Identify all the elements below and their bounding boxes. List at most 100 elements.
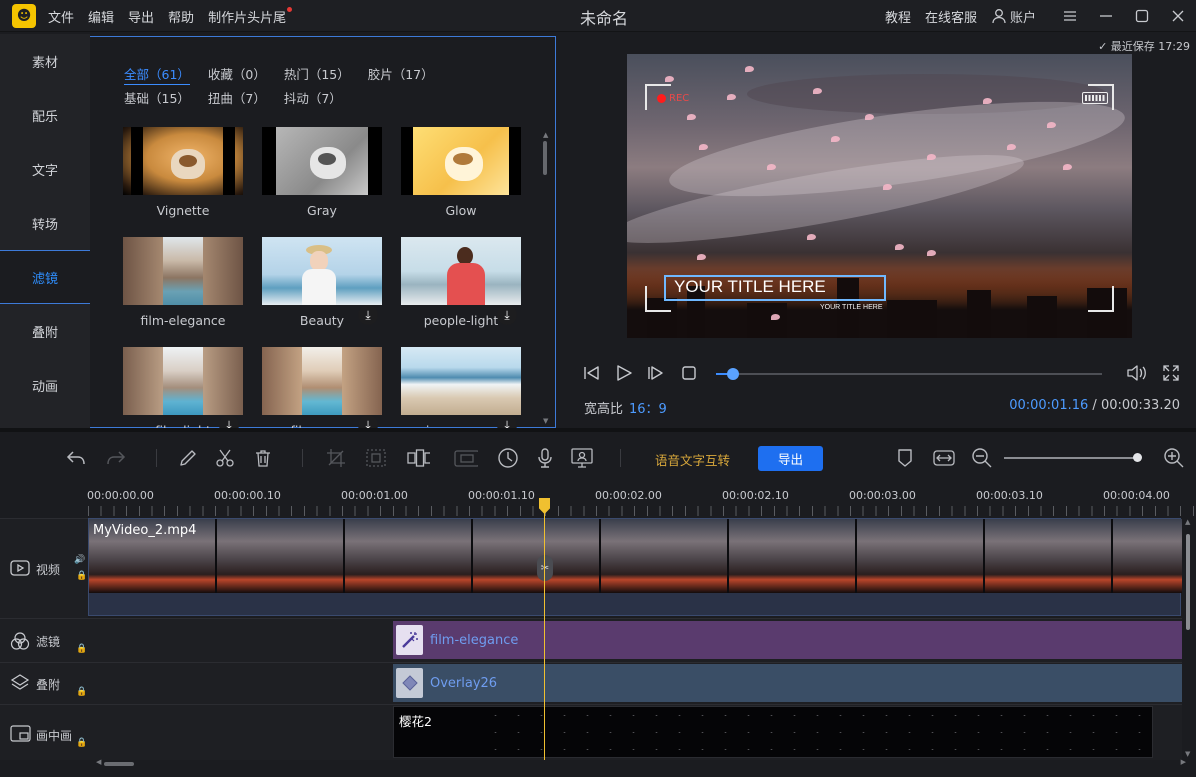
menu-file[interactable]: 文件: [48, 7, 74, 26]
video-preview[interactable]: REC YOUR TITLE HERE YOUR TITLE HERE: [627, 54, 1132, 338]
crop-button[interactable]: [324, 446, 348, 470]
filter-item-gray[interactable]: Gray: [262, 127, 382, 218]
scroll-right-icon[interactable]: ▶: [1181, 758, 1186, 766]
menu-intro-outro[interactable]: 制作片头片尾: [208, 7, 293, 26]
track-lock-icon[interactable]: 🔒: [76, 687, 87, 697]
screen-record-button[interactable]: [570, 446, 594, 470]
duration-button[interactable]: [496, 446, 520, 470]
play-button[interactable]: [614, 364, 634, 386]
edit-button[interactable]: [176, 446, 200, 470]
scroll-left-icon[interactable]: ◀: [96, 758, 101, 766]
prev-frame-button[interactable]: [582, 364, 602, 386]
record-voice-button[interactable]: [533, 446, 557, 470]
zoom-slider-knob[interactable]: [1133, 453, 1142, 462]
split-button[interactable]: [213, 446, 237, 470]
category-favorites[interactable]: 收藏（0）: [208, 63, 266, 87]
menu-help[interactable]: 帮助: [168, 7, 194, 26]
track-lock-icon[interactable]: 🔒: [76, 571, 87, 581]
progress-knob[interactable]: [727, 368, 739, 380]
fullscreen-button[interactable]: [1162, 364, 1180, 386]
freeze-frame-button[interactable]: [406, 446, 430, 470]
category-distort[interactable]: 扭曲（7）: [208, 87, 266, 111]
user-icon: [992, 9, 1006, 24]
title-text-box[interactable]: YOUR TITLE HERE: [664, 275, 886, 301]
zoom-in-button[interactable]: [1162, 446, 1186, 470]
marker-button[interactable]: [893, 446, 917, 470]
category-film[interactable]: 胶片（17）: [368, 63, 434, 87]
category-all[interactable]: 全部（61）: [124, 66, 190, 85]
minimize-button[interactable]: [1088, 0, 1124, 32]
overlay-title-text[interactable]: YOUR TITLE HERE: [674, 277, 826, 297]
timeline-horizontal-scrollbar[interactable]: ◀ ▶: [96, 758, 1186, 769]
filter-item-people-light[interactable]: ⤓ people-light: [401, 237, 521, 328]
picture-in-picture-button[interactable]: [454, 446, 478, 470]
library-scroll-thumb[interactable]: [543, 141, 547, 175]
overlay-clip[interactable]: Overlay26: [393, 664, 1182, 702]
stop-button[interactable]: [680, 364, 698, 386]
pip-track-icon: [10, 725, 31, 743]
timeline-hscroll-thumb[interactable]: [104, 762, 134, 766]
overlay-subtitle-text: YOUR TITLE HERE: [820, 304, 883, 311]
timeline-vscroll-thumb[interactable]: [1186, 534, 1190, 630]
filter-item-glow[interactable]: Glow: [401, 127, 521, 218]
support-link[interactable]: 在线客服: [925, 7, 977, 26]
menu-export[interactable]: 导出: [128, 7, 154, 26]
menu-dropdown-button[interactable]: [1052, 0, 1088, 32]
track-lock-icon[interactable]: 🔒: [76, 738, 87, 748]
filter-item-film-elegance[interactable]: film-elegance: [123, 237, 243, 328]
battery-icon: [1082, 92, 1108, 104]
tab-filters[interactable]: 滤镜: [0, 250, 90, 304]
maximize-button[interactable]: [1124, 0, 1160, 32]
scroll-up-icon[interactable]: ▲: [1185, 518, 1190, 526]
filter-item-film-warm[interactable]: ⤓ film-warm: [262, 347, 382, 438]
frame-corner: [1088, 286, 1114, 312]
scroll-up-icon[interactable]: ▲: [543, 131, 548, 139]
tab-text[interactable]: 文字: [0, 142, 90, 196]
filter-item-vignette[interactable]: Vignette: [123, 127, 243, 218]
tutorial-link[interactable]: 教程: [885, 7, 911, 26]
speech-to-text-button[interactable]: 语音文字互转: [655, 450, 730, 469]
filter-item-film-light[interactable]: ⤓ film-light: [123, 347, 243, 438]
fit-timeline-button[interactable]: [932, 446, 956, 470]
download-icon[interactable]: ⤓: [358, 305, 378, 325]
download-icon[interactable]: ⤓: [497, 305, 517, 325]
aspect-ratio-value[interactable]: 16：9: [629, 402, 667, 417]
close-button[interactable]: [1160, 0, 1196, 32]
track-lock-icon[interactable]: 🔒: [76, 644, 87, 654]
filter-clip[interactable]: film-elegance: [393, 621, 1182, 659]
category-shake[interactable]: 抖动（7）: [284, 87, 342, 111]
freeze-frame-icon: [407, 449, 430, 467]
filter-item-view-summer[interactable]: ⤓ view-summer: [401, 347, 521, 438]
timeline-vertical-scrollbar[interactable]: ▲ ▼: [1184, 518, 1192, 758]
export-button[interactable]: 导出: [758, 446, 823, 471]
tab-music[interactable]: 配乐: [0, 88, 90, 142]
undo-button[interactable]: [64, 446, 88, 470]
timeline-ruler[interactable]: 00:00:00.00 00:00:00.10 00:00:01.00 00:0…: [87, 484, 1196, 518]
tab-media[interactable]: 素材: [0, 34, 90, 88]
delete-button[interactable]: [251, 446, 275, 470]
category-basic[interactable]: 基础（15）: [124, 87, 190, 111]
redo-button[interactable]: [104, 446, 128, 470]
menu-bar: 文件 编辑 导出 帮助 制作片头片尾: [48, 7, 293, 26]
library-scrollbar[interactable]: ▲ ▼: [543, 131, 548, 425]
playhead-line[interactable]: [544, 498, 545, 760]
next-frame-button[interactable]: [646, 364, 666, 386]
scroll-down-icon[interactable]: ▼: [1185, 750, 1190, 758]
mosaic-button[interactable]: [364, 446, 388, 470]
video-clip[interactable]: MyVideo_2.mp4 ✂: [88, 518, 1182, 616]
tab-transitions[interactable]: 转场: [0, 196, 90, 250]
playback-progress-bar[interactable]: [716, 368, 1102, 380]
category-popular[interactable]: 热门（15）: [284, 63, 350, 87]
filter-item-beauty[interactable]: ⤓ Beauty: [262, 237, 382, 328]
scroll-down-icon[interactable]: ▼: [543, 417, 548, 425]
account-button[interactable]: 账户: [991, 7, 1036, 26]
zoom-out-button[interactable]: [970, 446, 994, 470]
track-audio-icon[interactable]: 🔊: [74, 555, 85, 565]
zoom-slider-track[interactable]: [1004, 457, 1140, 459]
menu-edit[interactable]: 编辑: [88, 7, 114, 26]
pip-clip[interactable]: 樱花2: [393, 706, 1153, 758]
tab-animations[interactable]: 动画: [0, 358, 90, 412]
volume-button[interactable]: [1126, 364, 1148, 386]
split-handle[interactable]: ✂: [537, 555, 553, 581]
tab-overlays[interactable]: 叠附: [0, 304, 90, 358]
